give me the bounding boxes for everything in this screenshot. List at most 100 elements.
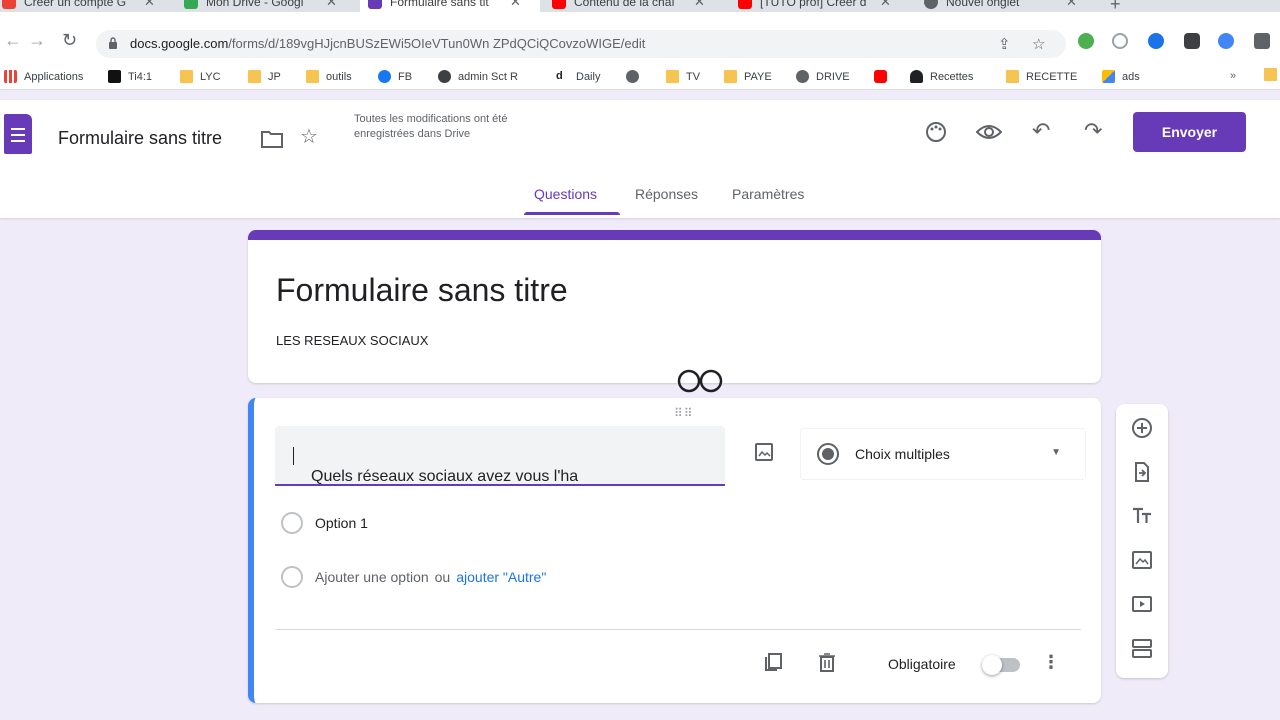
- bookmark-item[interactable]: [626, 70, 646, 83]
- extension-icon[interactable]: [1148, 33, 1164, 49]
- add-image-icon[interactable]: [754, 442, 774, 462]
- globe-icon: [924, 0, 938, 9]
- browser-tab[interactable]: Créer un compte G ✕: [2, 0, 155, 12]
- bookmark-label: TV: [686, 70, 701, 83]
- bookmark-item[interactable]: DRIVE: [796, 70, 850, 83]
- bookmark-folder[interactable]: TV: [666, 70, 700, 83]
- question-card[interactable]: ⠿⠿ Quels réseaux sociaux avez vous l'ha …: [248, 398, 1101, 703]
- send-button[interactable]: Envoyer: [1133, 112, 1246, 152]
- bookmark-folder[interactable]: LYC: [180, 70, 221, 83]
- extension-icon[interactable]: [1218, 33, 1234, 49]
- browser-tab-active[interactable]: Formulaire sans tit ✕: [360, 0, 540, 12]
- import-questions-icon[interactable]: [1131, 461, 1153, 483]
- share-icon[interactable]: ⇪: [998, 35, 1011, 53]
- add-option-link[interactable]: Ajouter une option: [315, 569, 429, 585]
- add-other-link[interactable]: ajouter "Autre": [456, 569, 546, 585]
- question-type-label: Choix multiples: [855, 446, 950, 462]
- extension-icon[interactable]: [1112, 33, 1128, 49]
- redo-icon[interactable]: ↷: [1084, 118, 1102, 144]
- bookmark-folder[interactable]: outils: [306, 70, 352, 83]
- browser-tab[interactable]: Mon Drive - Googl ✕: [184, 0, 337, 12]
- close-icon[interactable]: ✕: [144, 0, 155, 10]
- bookmark-folder[interactable]: JP: [248, 70, 281, 83]
- form-title-card[interactable]: Formulaire sans titre LES RESEAUX SOCIAU…: [248, 230, 1101, 383]
- tab-questions[interactable]: Questions: [534, 186, 597, 202]
- star-icon[interactable]: ☆: [300, 124, 318, 149]
- add-title-icon[interactable]: [1131, 505, 1153, 527]
- bookmark-applications[interactable]: Applications: [4, 70, 83, 83]
- other-bookmarks-folder[interactable]: [1264, 68, 1280, 81]
- bookmark-label: DRIVE: [816, 70, 850, 83]
- bookmark-label: Ti4:1: [128, 70, 153, 83]
- reload-icon[interactable]: ↻: [62, 30, 77, 51]
- bookmark-item[interactable]: Ti4:1: [108, 70, 152, 83]
- tab-responses[interactable]: Réponses: [635, 186, 698, 202]
- forms-header: Formulaire sans titre ☆ Toutes les modif…: [0, 100, 1280, 218]
- extension-icon[interactable]: [1184, 33, 1200, 49]
- new-tab-button[interactable]: +: [1110, 0, 1121, 12]
- bookmark-label: Daily: [576, 70, 601, 83]
- add-question-icon[interactable]: [1131, 417, 1153, 439]
- browser-toolbar: ← → ↻ docs.google.com/forms/d/189vgHJjcn…: [0, 12, 1280, 66]
- add-image-icon[interactable]: [1131, 549, 1153, 571]
- question-title-input[interactable]: Quels réseaux sociaux avez vous l'ha: [275, 426, 725, 486]
- form-title[interactable]: Formulaire sans titre: [276, 272, 568, 309]
- bookmark-item[interactable]: [874, 70, 894, 83]
- address-bar[interactable]: docs.google.com/forms/d/189vgHJjcnBUSzEW…: [96, 30, 1066, 58]
- back-icon[interactable]: ←: [4, 30, 22, 51]
- radio-circle-icon: [281, 566, 303, 588]
- delete-icon[interactable]: [816, 651, 838, 673]
- folder-icon: [666, 70, 679, 83]
- url-text: docs.google.com/forms/d/189vgHJjcnBUSzEW…: [130, 36, 645, 51]
- puzzle-icon[interactable]: [1254, 33, 1270, 49]
- bookmark-item[interactable]: FB: [378, 70, 412, 83]
- browser-tab[interactable]: Nouvel onglet ✕: [924, 0, 1077, 12]
- required-toggle[interactable]: [982, 655, 1020, 675]
- more-bookmarks-icon[interactable]: »: [1230, 70, 1236, 82]
- tab-title: Créer un compte G: [24, 0, 127, 9]
- extension-icon[interactable]: [1078, 33, 1094, 49]
- form-description[interactable]: LES RESEAUX SOCIAUX: [276, 333, 428, 348]
- close-icon[interactable]: ✕: [1066, 0, 1077, 10]
- option-label[interactable]: Option 1: [315, 515, 368, 531]
- cursor-rings-icon: [677, 369, 723, 393]
- bookmark-item[interactable]: admin Sct R: [438, 70, 518, 83]
- globe-icon: [796, 70, 809, 83]
- tab-title: [TUTO prof] Créer d: [760, 0, 867, 9]
- star-icon[interactable]: ☆: [1032, 35, 1045, 53]
- radio-circle-icon: [281, 512, 303, 534]
- folder-move-icon[interactable]: [260, 128, 284, 150]
- youtube-icon: [874, 70, 887, 83]
- question-title-text: Quels réseaux sociaux avez vous l'ha: [311, 468, 579, 485]
- forms-logo-icon[interactable]: [4, 114, 32, 154]
- drive-icon: [184, 0, 198, 9]
- forward-icon[interactable]: →: [28, 30, 46, 51]
- text-caret: [293, 447, 294, 465]
- document-title[interactable]: Formulaire sans titre: [58, 128, 222, 149]
- palette-icon[interactable]: [924, 120, 948, 144]
- bookmark-item[interactable]: Recettes: [910, 70, 973, 83]
- drag-handle-icon[interactable]: ⠿⠿: [674, 406, 694, 420]
- browser-tab[interactable]: Contenu de la chaî ✕: [552, 0, 705, 12]
- option-row[interactable]: Option 1: [281, 512, 368, 534]
- close-icon[interactable]: ✕: [880, 0, 891, 10]
- more-vert-icon[interactable]: ⋮: [1042, 652, 1060, 673]
- question-type-dropdown[interactable]: Choix multiples ▼: [800, 428, 1086, 480]
- bookmark-item[interactable]: ads: [1102, 70, 1140, 83]
- bookmark-item[interactable]: d Daily: [556, 70, 600, 83]
- close-icon[interactable]: ✕: [510, 0, 521, 10]
- close-icon[interactable]: ✕: [326, 0, 337, 10]
- bookmark-label: Applications: [24, 70, 84, 83]
- add-option-row: Ajouter une option ou ajouter "Autre": [281, 566, 546, 588]
- preview-eye-icon[interactable]: [976, 122, 1002, 142]
- add-section-icon[interactable]: [1131, 637, 1153, 659]
- tab-settings[interactable]: Paramètres: [732, 186, 804, 202]
- add-video-icon[interactable]: [1131, 593, 1153, 615]
- browser-tab[interactable]: [TUTO prof] Créer d ✕: [738, 0, 891, 12]
- close-icon[interactable]: ✕: [694, 0, 705, 10]
- bookmark-folder[interactable]: PAYE: [724, 70, 772, 83]
- undo-icon[interactable]: ↶: [1032, 118, 1050, 144]
- bookmark-folder[interactable]: RECETTE: [1006, 70, 1077, 83]
- wordpress-icon: [438, 70, 451, 83]
- duplicate-icon[interactable]: [762, 651, 784, 673]
